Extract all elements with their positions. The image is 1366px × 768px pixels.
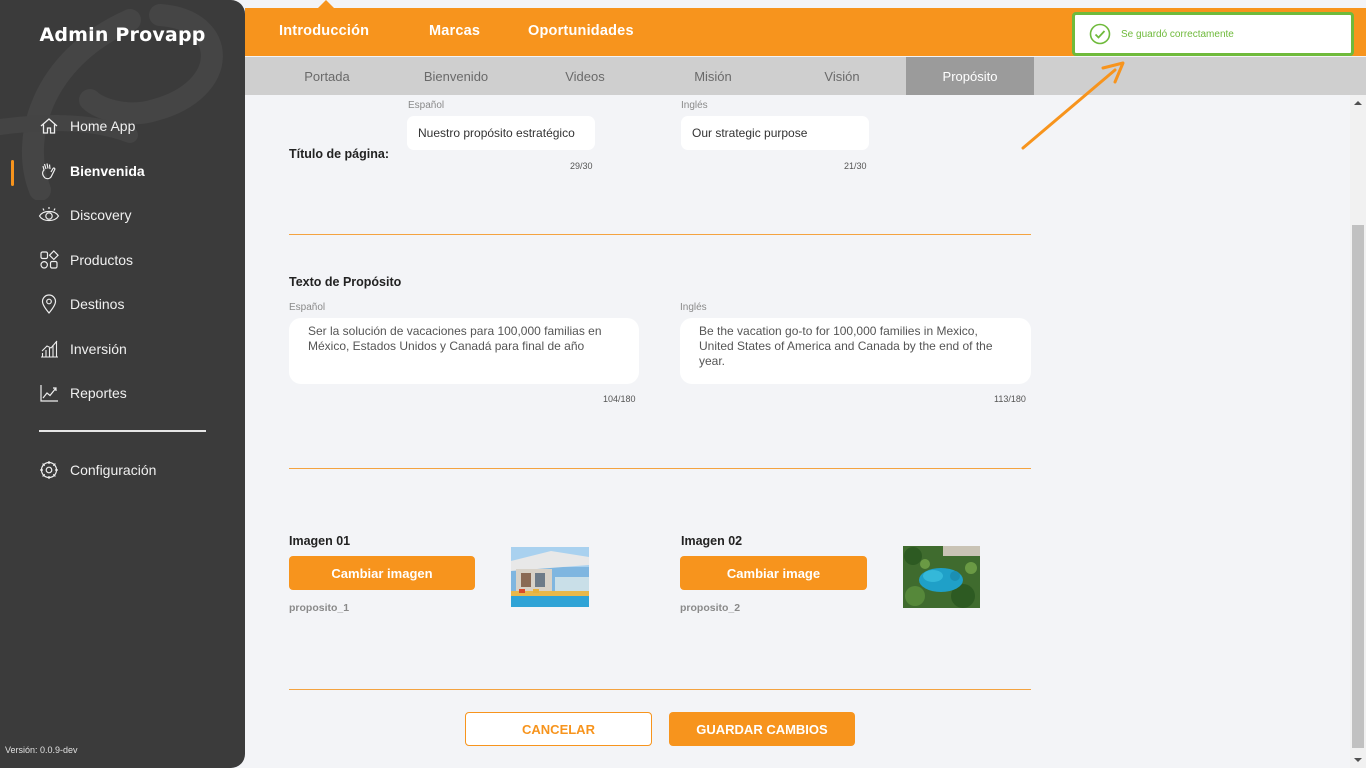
check-circle-icon <box>1089 23 1111 45</box>
tab-oportunidades[interactable]: Oportunidades <box>528 23 634 39</box>
sidebar-item-label: Productos <box>70 252 134 268</box>
bar-chart-icon <box>38 338 60 360</box>
sidebar-item-configuracion[interactable]: Configuración <box>38 455 156 485</box>
page-title-label: Título de página: <box>289 147 389 161</box>
image-01-thumbnail <box>511 547 589 607</box>
sidebar-item-label: Home App <box>70 118 136 134</box>
sidebar-item-home-app[interactable]: Home App <box>38 111 135 141</box>
subtab-mision[interactable]: Misión <box>649 57 777 95</box>
subtab-vision[interactable]: Visión <box>778 57 906 95</box>
vertical-scrollbar[interactable] <box>1350 95 1366 768</box>
sidebar-item-label: Destinos <box>70 296 125 312</box>
sidebar-item-destinos[interactable]: Destinos <box>38 289 124 319</box>
image-02-label: Imagen 02 <box>681 534 743 548</box>
scroll-up-icon[interactable] <box>1354 101 1362 105</box>
grid-shapes-icon <box>38 249 60 271</box>
lang-label-en: Inglés <box>680 302 707 313</box>
image-02-filename: proposito_2 <box>680 602 741 614</box>
purpose-en-textarea[interactable]: Be the vacation go-to for 100,000 famili… <box>680 318 1031 384</box>
sidebar-item-label: Inversión <box>70 341 127 357</box>
tab-marcas[interactable]: Marcas <box>429 23 480 39</box>
purpose-text-label: Texto de Propósito <box>289 275 402 289</box>
char-counter: 104/180 <box>603 394 636 404</box>
line-chart-icon <box>38 382 60 404</box>
sidebar-item-label: Discovery <box>70 207 132 223</box>
image-02-thumbnail <box>903 546 980 608</box>
image-01-label: Imagen 01 <box>289 534 351 548</box>
cancel-button[interactable]: CANCELAR <box>465 712 652 746</box>
subtab-portada[interactable]: Portada <box>263 57 391 95</box>
char-counter: 21/30 <box>844 161 867 171</box>
location-pin-icon <box>38 293 60 315</box>
eye-icon <box>38 204 60 226</box>
arrow-annotation-icon <box>1021 61 1125 150</box>
sidebar-item-label: Reportes <box>70 385 127 401</box>
save-changes-button[interactable]: GUARDAR CAMBIOS <box>669 712 855 746</box>
section-divider <box>289 689 1031 690</box>
change-image-02-button[interactable]: Cambiar image <box>680 556 867 590</box>
waving-hand-icon <box>38 160 60 182</box>
success-toast: Se guardó correctamente <box>1072 12 1354 56</box>
subtab-bienvenido[interactable]: Bienvenido <box>392 57 520 95</box>
sidebar-item-reportes[interactable]: Reportes <box>38 378 127 408</box>
gear-icon <box>38 459 60 481</box>
scrollbar-thumb[interactable] <box>1352 225 1364 748</box>
active-indicator <box>11 160 14 186</box>
toast-message: Se guardó correctamente <box>1121 28 1234 40</box>
sidebar-item-bienvenida[interactable]: Bienvenida <box>38 156 145 186</box>
sub-navigation: Portada Bienvenido Videos Misión Visión … <box>245 57 1366 95</box>
lang-label-es: Español <box>289 302 326 313</box>
image-01-filename: proposito_1 <box>289 602 350 614</box>
char-counter: 29/30 <box>570 161 593 171</box>
home-icon <box>38 115 60 137</box>
section-divider <box>289 468 1031 469</box>
scroll-down-icon[interactable] <box>1354 758 1362 762</box>
change-image-01-button[interactable]: Cambiar imagen <box>289 556 475 590</box>
version-label: Versión: 0.0.9-dev <box>5 745 78 755</box>
lang-label-en: Inglés <box>681 100 708 111</box>
tab-introduccion[interactable]: Introducción <box>279 23 369 39</box>
lang-label-es: Español <box>408 100 445 111</box>
title-en-input[interactable]: Our strategic purpose <box>681 116 869 150</box>
sidebar-item-label: Bienvenida <box>70 163 145 179</box>
title-es-input[interactable]: Nuestro propósito estratégico <box>407 116 595 150</box>
sidebar-item-productos[interactable]: Productos <box>38 245 133 275</box>
app-title: Admin Provapp <box>39 24 206 46</box>
sidebar: Admin Provapp Home App Bienvenida Discov… <box>0 0 245 768</box>
purpose-es-textarea[interactable]: Ser la solución de vacaciones para 100,0… <box>289 318 639 384</box>
char-counter: 113/180 <box>994 394 1026 404</box>
sidebar-divider <box>39 430 206 432</box>
sidebar-item-label: Configuración <box>70 462 157 478</box>
subtab-videos[interactable]: Videos <box>521 57 649 95</box>
active-tab-caret <box>318 0 334 8</box>
sidebar-item-inversion[interactable]: Inversión <box>38 334 127 364</box>
section-divider <box>289 234 1031 235</box>
sidebar-item-discovery[interactable]: Discovery <box>38 200 131 230</box>
